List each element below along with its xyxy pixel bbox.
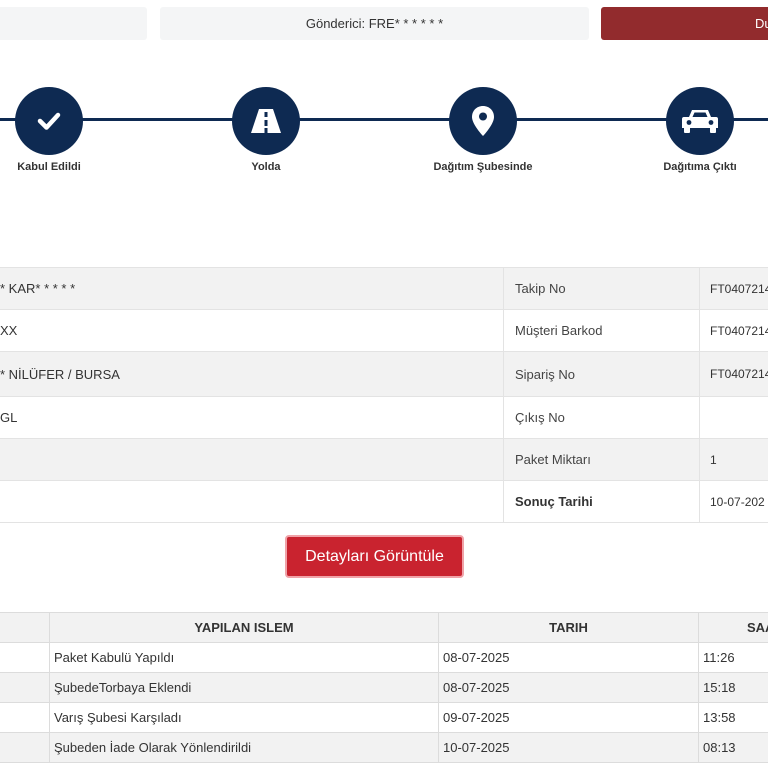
- history-saat-cell: 11:26: [703, 650, 735, 665]
- info-value-cell: 1: [710, 452, 717, 467]
- info-left-cell: GL: [0, 397, 504, 438]
- info-row: Sonuç Tarihi 10-07-202: [0, 480, 768, 522]
- info-row: GL Çıkış No: [0, 396, 768, 438]
- history-tarih-cell: 08-07-2025: [439, 643, 699, 672]
- step-label: Dağıtım Şubesinde: [433, 161, 533, 173]
- history-cell: [0, 733, 50, 762]
- step-dagitima-cikti: Dağıtıma Çıktı: [645, 87, 755, 173]
- history-header-row: YAPILAN ISLEM TARIH SAA: [0, 613, 768, 643]
- history-islem-cell: ŞubedeTorbaya Eklendi: [50, 673, 439, 702]
- step-label: Kabul Edildi: [17, 161, 81, 173]
- info-value-cell: FT0407214: [710, 323, 768, 338]
- info-value-cell: FT0407214: [710, 281, 768, 296]
- history-islem-cell: Paket Kabulü Yapıldı: [50, 643, 439, 672]
- history-cell: [0, 643, 50, 672]
- info-label-cell: Paket Miktarı: [504, 439, 700, 480]
- history-row: Paket Kabulü Yapıldı 08-07-2025 11:26: [0, 643, 768, 673]
- step-label: Yolda: [251, 161, 281, 173]
- step-circle: [15, 87, 83, 155]
- top-left-box: [0, 7, 147, 40]
- history-table: YAPILAN ISLEM TARIH SAA Paket Kabulü Yap…: [0, 612, 768, 763]
- info-label-cell: Sonuç Tarihi: [504, 481, 700, 522]
- history-row: Şubeden İade Olarak Yönlendirildi 10-07-…: [0, 733, 768, 763]
- step-circle: [666, 87, 734, 155]
- history-row: ŞubedeTorbaya Eklendi 08-07-2025 15:18: [0, 673, 768, 703]
- info-row: * NİLÜFER / BURSA Sipariş No FT0407214: [0, 351, 768, 396]
- info-left-cell: [0, 439, 504, 480]
- info-row: Paket Miktarı 1: [0, 438, 768, 480]
- info-label-cell: Sipariş No: [504, 352, 700, 396]
- info-label-cell: Takip No: [504, 268, 700, 309]
- info-table-bottom-border: [0, 522, 768, 523]
- step-kabul-edildi: Kabul Edildi: [0, 87, 104, 173]
- info-label-cell: Müşteri Barkod: [504, 310, 700, 351]
- step-circle: [232, 87, 300, 155]
- history-islem-cell: Şubeden İade Olarak Yönlendirildi: [50, 733, 439, 762]
- history-tarih-cell: 09-07-2025: [439, 703, 699, 732]
- history-tarih-cell: 08-07-2025: [439, 673, 699, 702]
- shipment-info-table: * KAR* * * * * Takip No FT0407214 XX Müş…: [0, 267, 768, 523]
- history-row: Varış Şubesi Karşıladı 09-07-2025 13:58: [0, 703, 768, 733]
- header-cell: [0, 613, 50, 642]
- view-details-label: Detayları Görüntüle: [305, 547, 444, 565]
- info-label-cell: Çıkış No: [504, 397, 700, 438]
- step-circle: [449, 87, 517, 155]
- history-islem-cell: Varış Şubesi Karşıladı: [50, 703, 439, 732]
- check-icon: [37, 112, 61, 130]
- step-yolda: Yolda: [211, 87, 321, 173]
- info-left-cell: XX: [0, 310, 504, 351]
- history-saat-cell: 15:18: [703, 680, 736, 695]
- info-value-cell: [700, 397, 768, 438]
- car-icon: [682, 110, 718, 133]
- sender-label: Gönderici: FRE* * * * * *: [305, 16, 444, 31]
- info-left-cell: * KAR* * * * *: [0, 268, 504, 309]
- info-left-cell: * NİLÜFER / BURSA: [0, 352, 504, 396]
- top-action-button[interactable]: Du: [601, 7, 768, 40]
- view-details-button[interactable]: Detayları Görüntüle: [285, 535, 464, 578]
- header-cell: SAA: [747, 620, 768, 635]
- history-cell: [0, 673, 50, 702]
- map-pin-icon: [472, 106, 494, 136]
- info-value-cell: 10-07-202: [710, 494, 765, 509]
- info-row: XX Müşteri Barkod FT0407214: [0, 309, 768, 351]
- history-tarih-cell: 10-07-2025: [439, 733, 699, 762]
- info-value-cell: FT0407214: [710, 367, 768, 381]
- history-saat-cell: 13:58: [703, 710, 736, 725]
- info-left-cell: [0, 481, 504, 522]
- step-label: Dağıtıma Çıktı: [663, 161, 737, 173]
- header-cell: TARIH: [439, 613, 699, 642]
- top-action-label: Du: [755, 16, 768, 31]
- info-row: * KAR* * * * * Takip No FT0407214: [0, 267, 768, 309]
- sender-box: Gönderici: FRE* * * * * *: [160, 7, 589, 40]
- step-dagitim-subesinde: Dağıtım Şubesinde: [428, 87, 538, 173]
- header-cell: YAPILAN ISLEM: [50, 613, 439, 642]
- history-cell: [0, 703, 50, 732]
- history-saat-cell: 08:13: [703, 740, 736, 755]
- road-icon: [251, 109, 281, 133]
